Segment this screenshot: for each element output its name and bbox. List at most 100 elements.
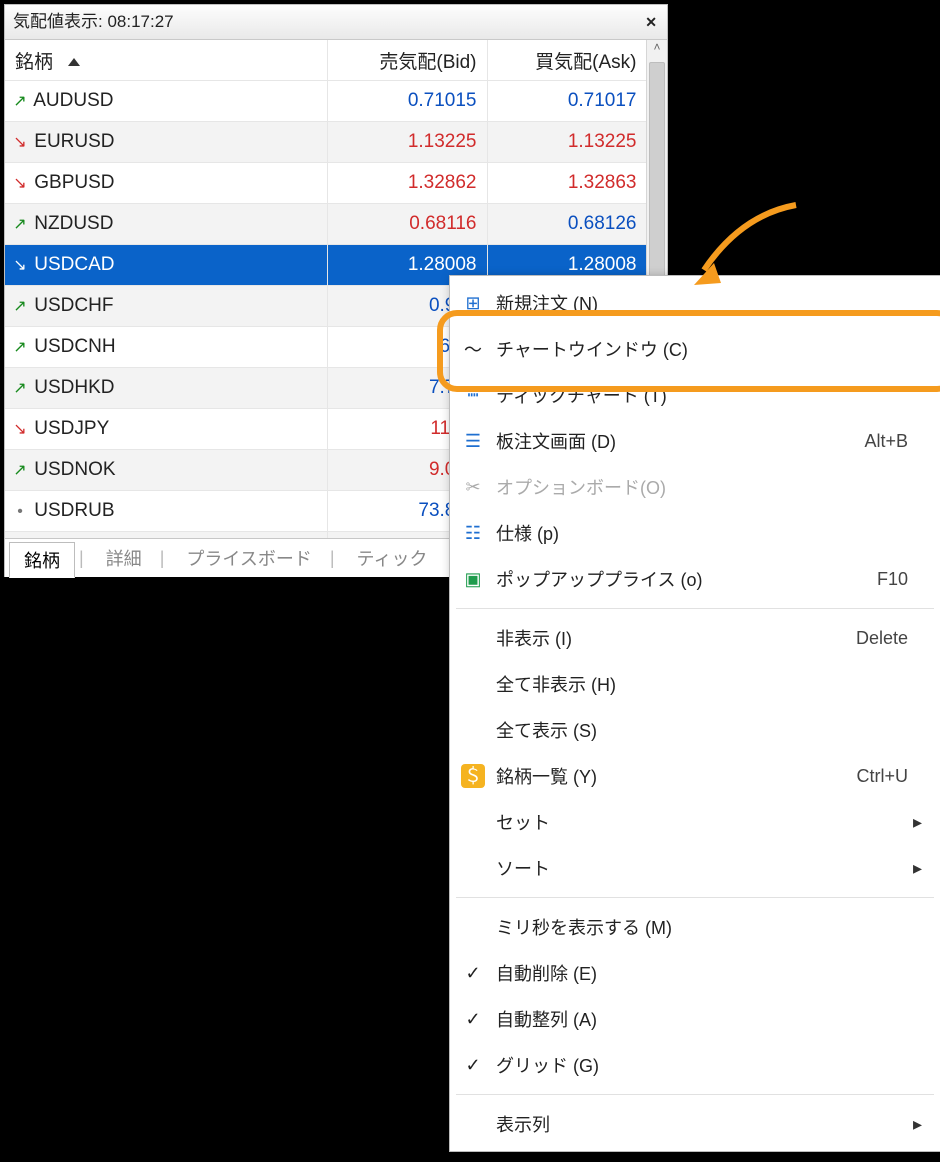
menu-item[interactable]: セット ▸ [450, 799, 940, 845]
menu-item[interactable]: ソート▸ [450, 845, 940, 891]
bid-cell: 0.71015 [327, 81, 487, 122]
menu-item-shortcut: Alt+B [854, 431, 908, 452]
tab-プライスボード[interactable]: プライスボード [172, 541, 325, 575]
menu-item[interactable]: ☷仕様 (p) [450, 510, 940, 556]
menu-item-label: 銘柄一覧 (Y) [496, 763, 846, 789]
tab-separator: | [156, 548, 169, 569]
chart-line-icon: 〜 [450, 336, 496, 362]
symbol-label: USDCHF [29, 295, 113, 316]
table-row[interactable]: ↘ GBPUSD1.328621.32863 [5, 163, 646, 204]
symbol-cell[interactable]: ↗ USDHKD [5, 368, 327, 409]
table-row[interactable]: ↘ EURUSD1.132251.13225 [5, 122, 646, 163]
symbol-cell[interactable]: • USDRUB [5, 491, 327, 532]
symbol-cell[interactable]: ↗ USDSEK [5, 532, 327, 539]
symbol-cell[interactable]: ↘ EURUSD [5, 122, 327, 163]
col-header-symbol[interactable]: 銘柄 [5, 40, 327, 81]
menu-item-label: 板注文画面 (D) [496, 428, 854, 454]
menu-item-label: オプションボード(O) [496, 474, 898, 500]
symbol-label: USDRUB [29, 500, 115, 521]
symbol-label: USDJPY [29, 418, 109, 439]
arrow-up-icon: ↗ [11, 337, 29, 357]
symbol-label: GBPUSD [29, 172, 115, 193]
menu-item-label: 全て表示 (S) [496, 717, 898, 743]
menu-item[interactable]: ＄ 銘柄一覧 (Y)Ctrl+U [450, 753, 940, 799]
scroll-up-icon[interactable]: ˄ [647, 40, 667, 58]
context-menu: ⊞新規注文 (N)〜チャートウインドウ (C)┉ティックチャート (T)☰板注文… [449, 275, 940, 1152]
scissors-icon: ✂ [450, 477, 496, 498]
menu-item[interactable]: ✓グリッド (G) [450, 1042, 940, 1088]
menu-item[interactable]: ▣ポップアッププライス (o)F10 [450, 556, 940, 602]
menu-item-label: グリッド (G) [496, 1052, 898, 1078]
symbol-cell[interactable]: ↘ GBPUSD [5, 163, 327, 204]
menu-item-label: ソート [496, 855, 898, 881]
menu-item-shortcut: Ctrl+U [846, 766, 908, 787]
menu-item[interactable]: ✓自動整列 (A) [450, 996, 940, 1042]
bid-cell: 0.68116 [327, 204, 487, 245]
menu-item-label: 新規注文 (N) [496, 290, 898, 316]
menu-item[interactable]: ミリ秒を表示する (M) [450, 904, 940, 950]
menu-item[interactable]: 全て表示 (S) [450, 707, 940, 753]
symbol-cell[interactable]: ↗ USDNOK [5, 450, 327, 491]
menu-item[interactable]: 表示列▸ [450, 1101, 940, 1147]
symbol-cell[interactable]: ↗ USDCNH [5, 327, 327, 368]
arrow-up-icon: ↗ [11, 91, 29, 111]
menu-item-label: ポップアッププライス (o) [496, 566, 867, 592]
tick-chart-icon: ┉ [450, 385, 496, 406]
tab-詳細[interactable]: 詳細 [92, 541, 156, 575]
arrow-down-icon: ↘ [11, 255, 29, 275]
plus-box-icon: ⊞ [450, 293, 496, 314]
check-icon: ✓ [450, 963, 496, 984]
menu-item[interactable]: 非表示 (I)Delete [450, 615, 940, 661]
menu-item-label: セット [496, 809, 898, 835]
col-header-bid[interactable]: 売気配(Bid) [327, 40, 487, 81]
menu-separator [456, 608, 934, 609]
menu-item[interactable]: 〜チャートウインドウ (C) [450, 326, 940, 372]
menu-item-label: 全て非表示 (H) [496, 671, 898, 697]
spec-icon: ☷ [450, 523, 496, 544]
close-icon[interactable]: ✕ [641, 5, 661, 39]
arrow-down-icon: ↘ [11, 132, 29, 152]
menu-item[interactable]: ┉ティックチャート (T) [450, 372, 940, 418]
menu-item-label: 自動整列 (A) [496, 1006, 898, 1032]
menu-item[interactable]: ☰板注文画面 (D)Alt+B [450, 418, 940, 464]
submenu-arrow-icon: ▸ [908, 812, 922, 833]
title-bar[interactable]: 気配値表示: 08:17:27 ✕ [5, 5, 667, 40]
menu-item-label: チャートウインドウ (C) [496, 336, 898, 362]
dollar-icon: ＄ [461, 764, 485, 788]
table-row[interactable]: ↗ AUDUSD0.710150.71017 [5, 81, 646, 122]
symbol-label: EURUSD [29, 131, 115, 152]
symbol-label: AUDUSD [29, 90, 113, 111]
menu-item[interactable]: ⊞新規注文 (N) [450, 280, 940, 326]
check-icon: ✓ [450, 1009, 496, 1030]
menu-item-shortcut: Delete [846, 628, 908, 649]
menu-item[interactable]: ✓自動削除 (E) [450, 950, 940, 996]
arrow-down-icon: ↘ [11, 173, 29, 193]
symbol-cell[interactable]: ↗ NZDUSD [5, 204, 327, 245]
menu-item-shortcut: F10 [867, 569, 908, 590]
menu-item-label: 仕様 (p) [496, 520, 898, 546]
table-row[interactable]: ↗ NZDUSD0.681160.68126 [5, 204, 646, 245]
window-title: 気配値表示: 08:17:27 [13, 5, 174, 39]
menu-item-label: 非表示 (I) [496, 625, 846, 651]
tab-ティック[interactable]: ティック [343, 541, 442, 575]
menu-separator [456, 897, 934, 898]
arrow-up-icon: ↗ [11, 378, 29, 398]
menu-separator [456, 1094, 934, 1095]
arrow-up-icon: ↗ [11, 460, 29, 480]
symbol-label: NZDUSD [29, 213, 113, 234]
menu-item[interactable]: 全て非表示 (H) [450, 661, 940, 707]
bid-cell: 1.13225 [327, 122, 487, 163]
ask-cell: 1.32863 [487, 163, 646, 204]
sort-asc-icon [68, 58, 80, 66]
tab-銘柄[interactable]: 銘柄 [9, 542, 75, 578]
ask-cell: 1.13225 [487, 122, 646, 163]
symbol-label: USDNOK [29, 459, 116, 480]
arrow-up-icon: ↗ [11, 296, 29, 316]
tab-separator: | [75, 548, 88, 569]
symbol-cell[interactable]: ↘ USDJPY [5, 409, 327, 450]
bid-cell: 1.32862 [327, 163, 487, 204]
symbol-cell[interactable]: ↘ USDCAD [5, 245, 327, 286]
symbol-cell[interactable]: ↗ AUDUSD [5, 81, 327, 122]
symbol-cell[interactable]: ↗ USDCHF [5, 286, 327, 327]
col-header-ask[interactable]: 買気配(Ask) [487, 40, 646, 81]
